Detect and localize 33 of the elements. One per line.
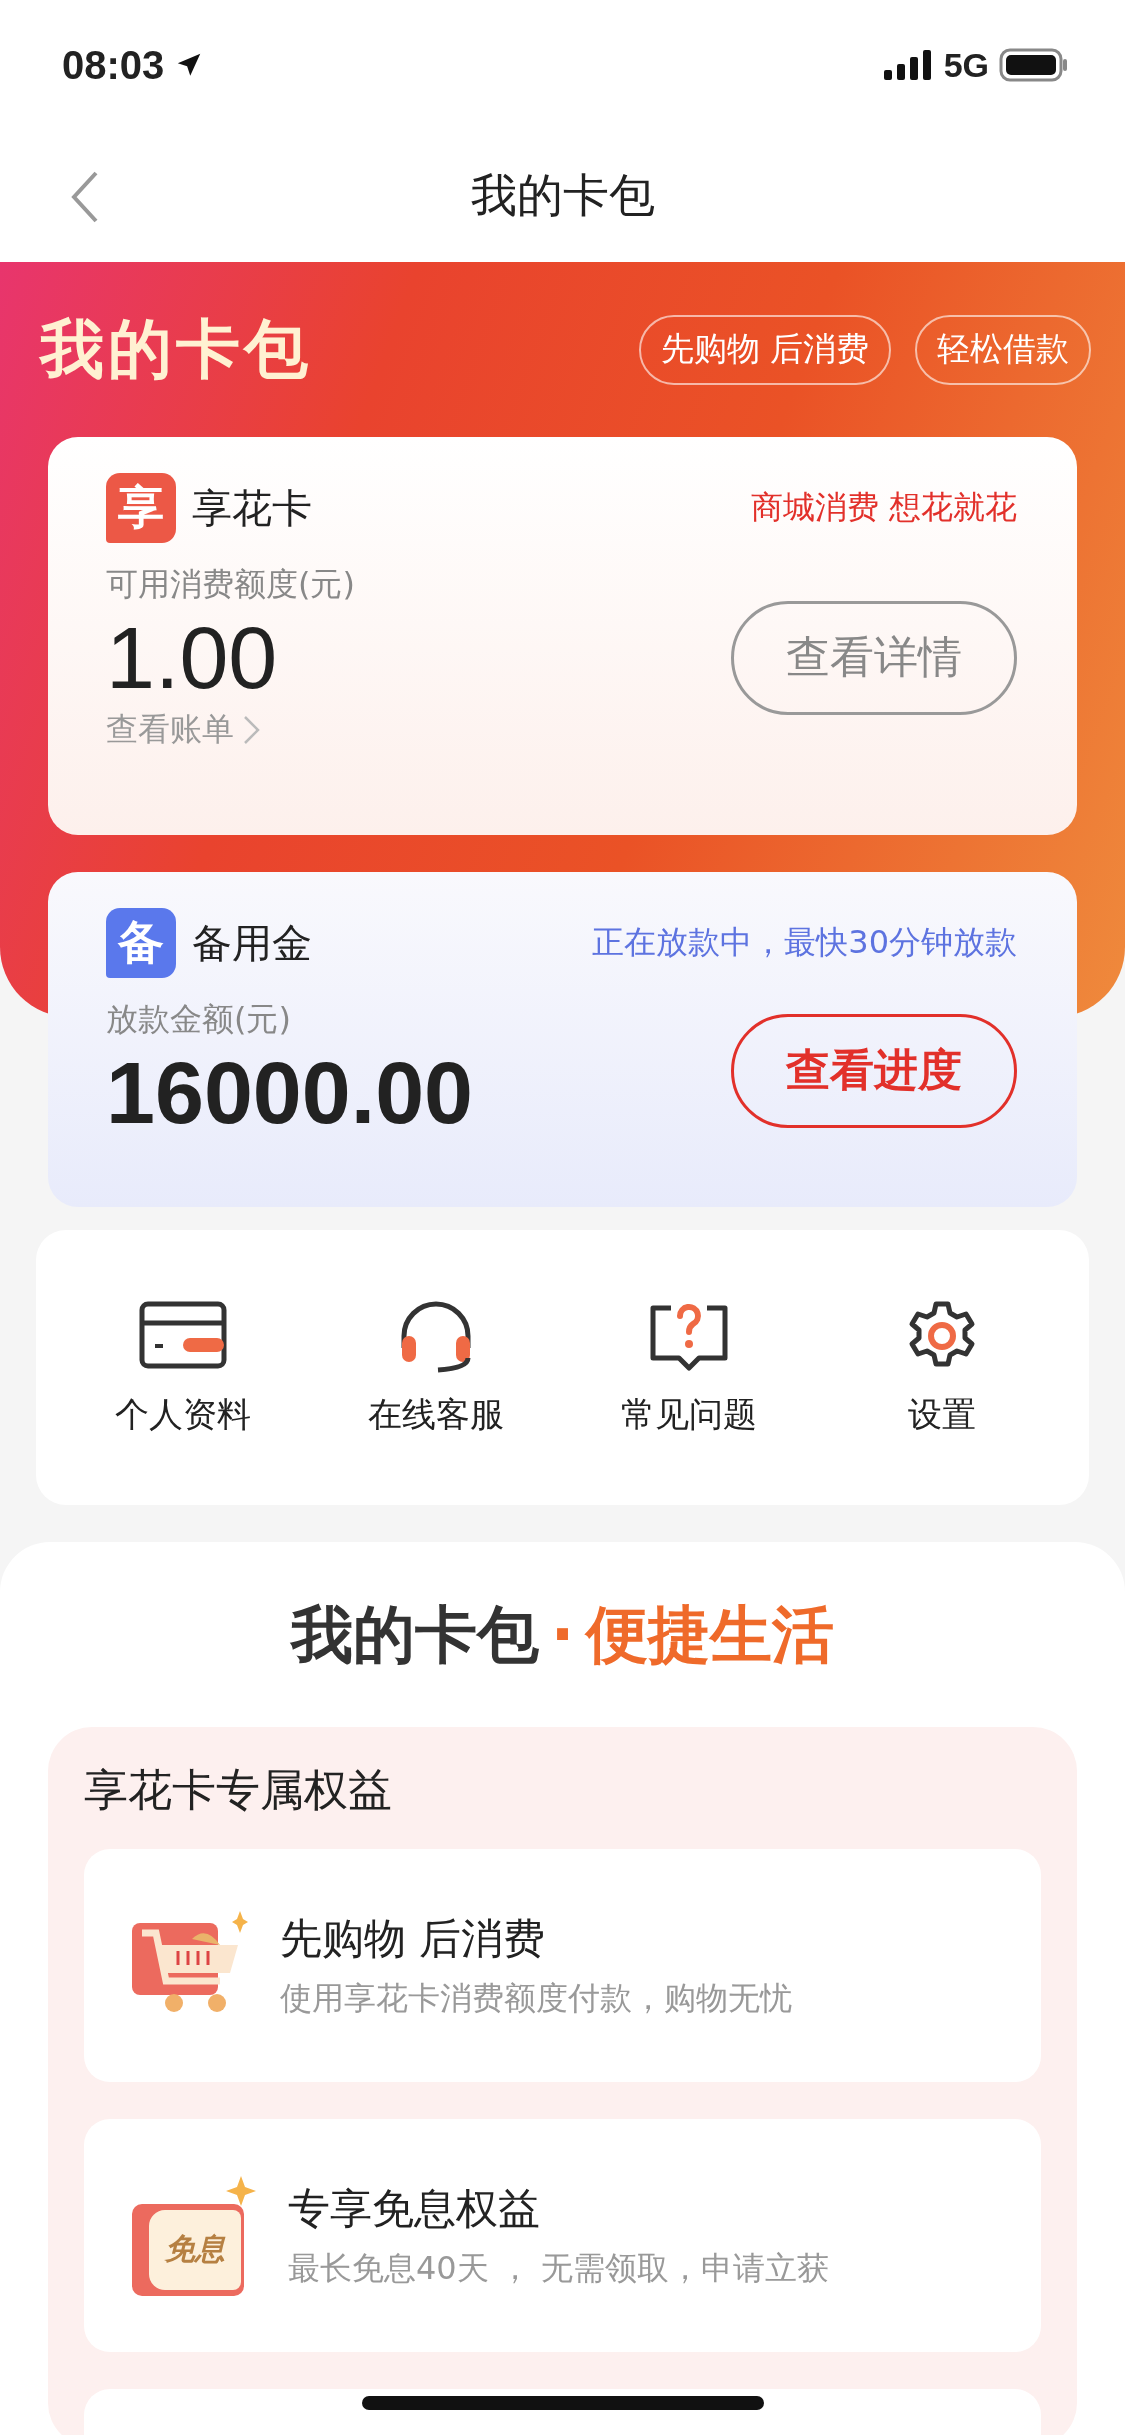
header-logo: 我的卡包 [40,311,312,388]
signal-icon [883,50,934,80]
slogan-dot: · [550,1598,575,1671]
amount-value: 16000.00 [106,1042,474,1144]
shortcut-button[interactable]: 设置 [815,1297,1069,1438]
card-badge-icon: 备 [106,908,176,978]
slogan-text: 我的卡包 [290,1596,539,1673]
battery-icon [999,48,1069,82]
shortcut-button[interactable]: 在线客服 [309,1297,563,1438]
card-badge-icon: 享 [106,473,176,543]
card-tagline: 正在放款中，最快30分钟放款 [592,922,1017,963]
benefit-card[interactable]: 先购物 后消费 使用享花卡消费额度付款，购物无忧 [84,1849,1041,2082]
shortcut-button[interactable]: 个人资料 [56,1297,310,1438]
benefit-title: 先购物 后消费 [280,1912,547,1965]
card-name: 享花卡 [192,483,312,533]
benefit-description: 使用享花卡消费额度付款，购物无忧 [280,1977,792,2019]
slogan-accent: 便捷生活 [586,1596,835,1673]
card-name: 备用金 [192,918,312,968]
card-tagline: 商城消费 想花就花 [750,487,1017,528]
amount-value: 1.00 [106,607,279,709]
shortcut-button[interactable]: 常见问题 [562,1297,816,1438]
benefit-card[interactable]: 免息 专享免息权益 最长免息40天 ， 无需领取，申请立获 [84,2119,1041,2352]
back-icon[interactable] [70,170,100,224]
amount-label: 放款金额(元) [106,999,292,1040]
benefit-title: 专享免息权益 [288,2182,541,2235]
benefits-title: 享花卡专属权益 [84,1763,393,1817]
amount-label: 可用消费额度(元) [106,564,355,605]
page-title: 我的卡包 [470,167,655,224]
promo-pill[interactable]: 先购物 后消费 [638,314,891,385]
card-action-button[interactable]: 查看进度 [731,1013,1017,1128]
status-time: 08:03 [62,42,165,88]
benefit-description: 最长免息40天 ， 无需领取，申请立获 [288,2247,830,2289]
network-label: 5G [943,45,989,85]
